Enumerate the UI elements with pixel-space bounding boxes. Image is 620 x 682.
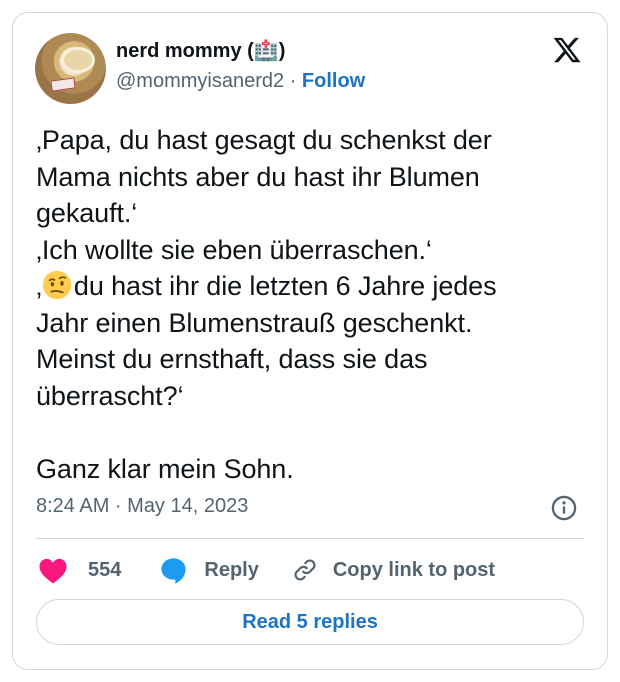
tweet-line: du hast ihr die letzten 6 Jahre jedes bbox=[73, 271, 497, 301]
reply-button[interactable]: Reply bbox=[159, 556, 259, 585]
avatar-tag bbox=[50, 77, 76, 92]
like-count: 554 bbox=[88, 558, 122, 581]
link-icon bbox=[294, 559, 316, 581]
divider bbox=[36, 538, 584, 539]
read-replies-button[interactable]: Read 5 replies bbox=[36, 599, 584, 645]
like-button[interactable]: 554 bbox=[38, 557, 121, 584]
tweet-line: überrascht?‘ bbox=[36, 380, 184, 411]
author-avatar[interactable] bbox=[35, 33, 106, 104]
x-logo-icon[interactable] bbox=[551, 35, 583, 65]
tweet-line: ‚Papa, du hast gesagt du schenkst der bbox=[36, 125, 492, 155]
reply-label: Reply bbox=[204, 558, 259, 581]
tweet-text: ‚Papa, du hast gesagt du schenkst der Ma… bbox=[36, 122, 596, 487]
reply-bubble-icon bbox=[161, 557, 186, 584]
follow-link[interactable]: Follow bbox=[302, 70, 365, 92]
tweet-line: Ganz klar mein Sohn. bbox=[36, 453, 294, 484]
copy-link-label: Copy link to post bbox=[332, 558, 496, 581]
tweet-card: nerd mommy (🏥) @mommyisanerd2 · Follow ‚… bbox=[12, 12, 608, 670]
copy-link-button[interactable]: Copy link to post bbox=[291, 556, 495, 584]
tweet-line: gekauft.‘ bbox=[36, 198, 138, 228]
info-icon[interactable] bbox=[550, 494, 578, 522]
author-handle[interactable]: @mommyisanerd2 bbox=[116, 70, 284, 92]
avatar-coffee-cup bbox=[61, 47, 95, 73]
tweet-line: Mama nichts aber du hast ihr Blumen bbox=[36, 161, 480, 192]
tweet-line: Meinst du ernsthaft, dass sie das bbox=[36, 344, 428, 374]
handle-separator: · bbox=[289, 70, 297, 92]
tweet-line: ‚Ich wollte sie eben überraschen.‘ bbox=[36, 234, 432, 265]
author-handle-row: @mommyisanerd2 · Follow bbox=[116, 70, 365, 93]
author-display-name[interactable]: nerd mommy (🏥) bbox=[116, 38, 285, 63]
tweet-line: Jahr einen Blumenstrauß geschenkt. bbox=[36, 307, 473, 338]
action-bar: 554 Reply Copy link to post bbox=[36, 553, 495, 587]
heart-icon bbox=[39, 558, 67, 583]
face-with-raised-eyebrow-icon bbox=[42, 270, 72, 300]
tweet-timestamp[interactable]: 8:24 AM · May 14, 2023 bbox=[36, 495, 248, 518]
